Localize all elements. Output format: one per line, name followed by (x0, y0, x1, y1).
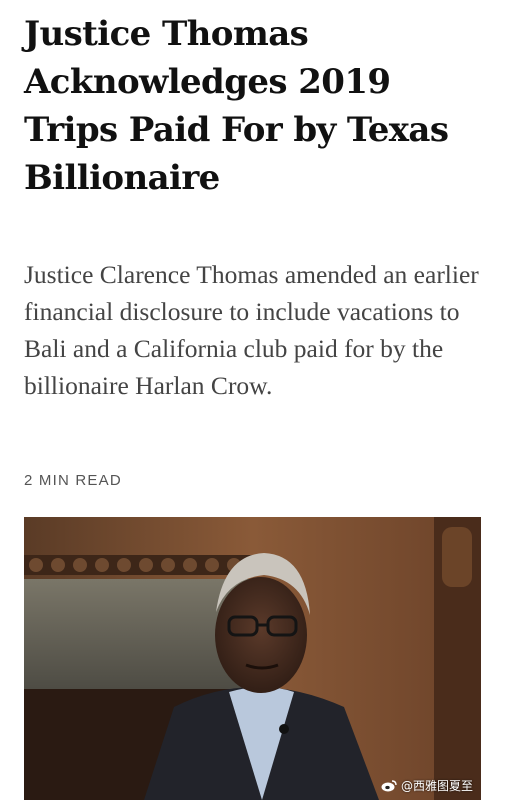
weibo-icon (381, 779, 397, 791)
watermark-text: @西雅图夏至 (400, 779, 473, 793)
article-summary: Justice Clarence Thomas amended an earli… (24, 260, 479, 400)
article-headline[interactable]: Justice Thomas Acknowledges 2019 Trips P… (24, 10, 489, 202)
article: Justice Thomas Acknowledges 2019 Trips P… (0, 0, 505, 800)
read-time-label: 2 MIN READ (24, 472, 122, 489)
portrait-photo-icon (24, 517, 481, 800)
lead-photo[interactable]: @西雅图夏至 (24, 517, 481, 800)
watermark: @西雅图夏至 (381, 777, 473, 794)
